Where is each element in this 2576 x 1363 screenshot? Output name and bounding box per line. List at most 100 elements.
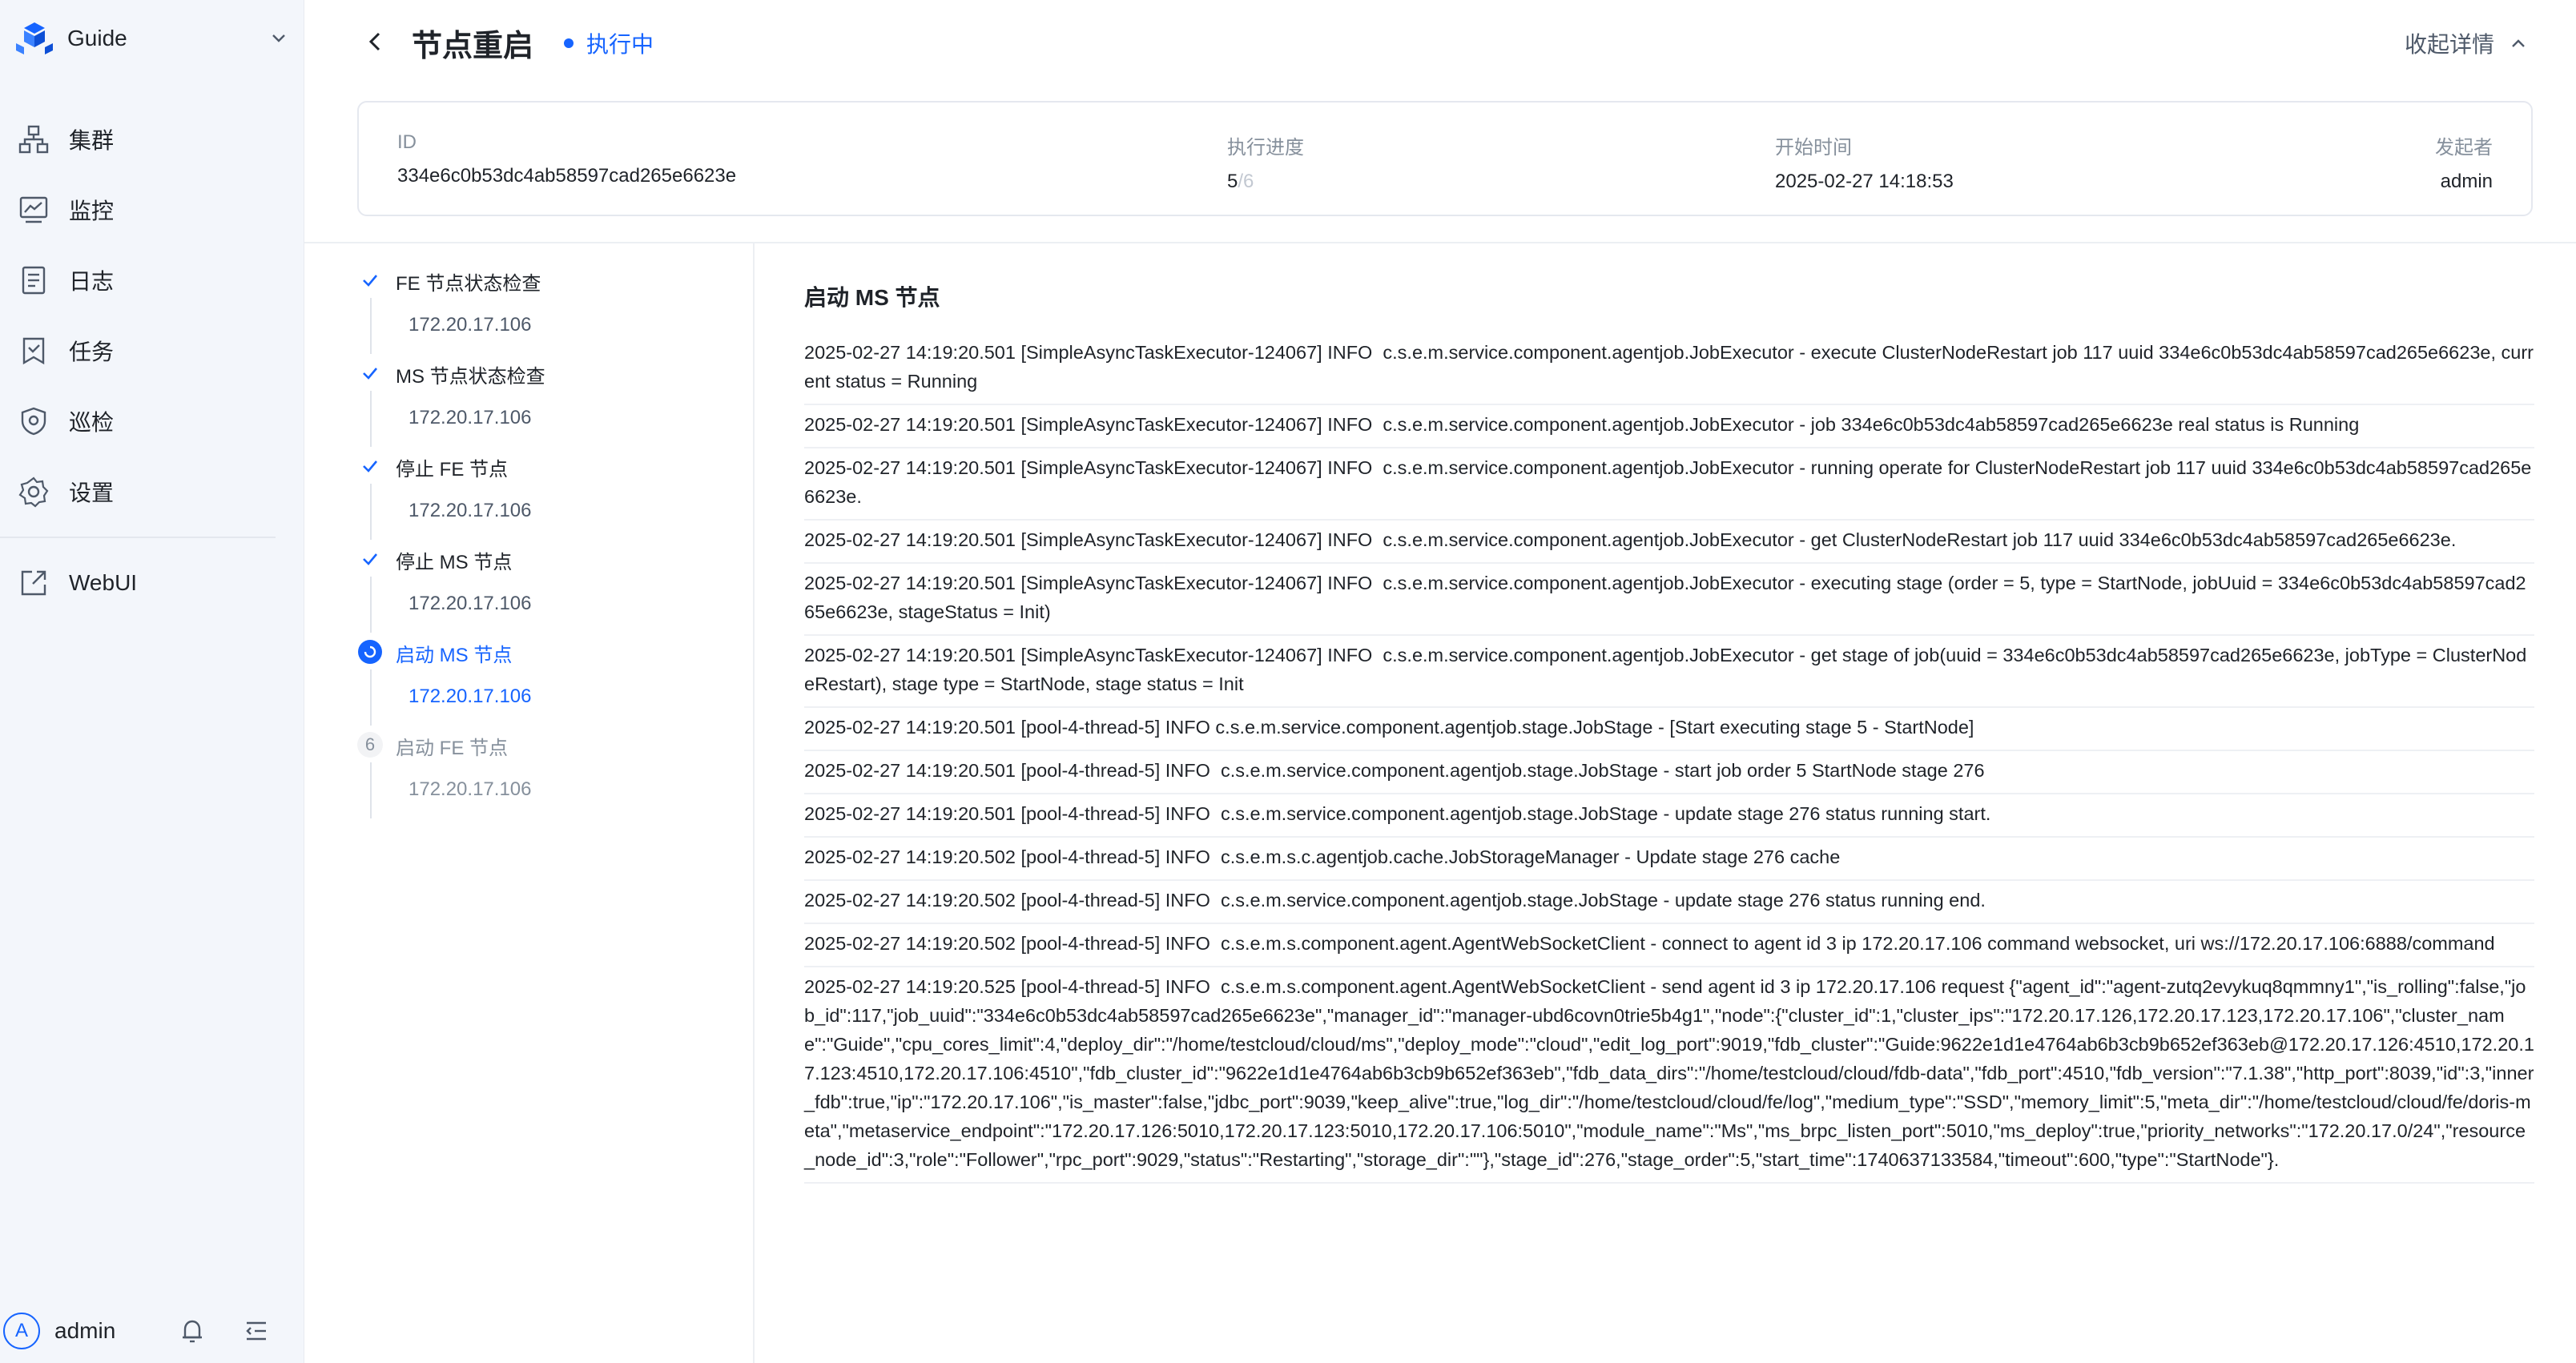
log-line: 2025-02-27 14:19:20.502 [pool-4-thread-5… — [804, 881, 2534, 924]
sidebar: Guide 集群 监控 日志 任务 巡检 设置 WebUI A admin — [0, 0, 304, 1363]
step-item[interactable]: 停止 MS 节点 172.20.17.106 — [356, 543, 740, 636]
sidebar-item-webui[interactable]: WebUI — [0, 548, 304, 618]
step-connector — [370, 669, 372, 726]
step-number-badge: 6 — [357, 732, 383, 758]
page-header: 节点重启 执行中 收起详情 — [304, 0, 2576, 83]
info-initiator-value: admin — [2440, 171, 2493, 192]
info-start-label: 开始时间 — [1775, 137, 1852, 159]
log-line: 2025-02-27 14:19:20.501 [SimpleAsyncTask… — [804, 333, 2534, 405]
info-progress-label: 执行进度 — [1227, 137, 1304, 159]
sidebar-item-label: 监控 — [69, 199, 115, 223]
step-list: FE 节点状态检查 172.20.17.106 MS 节点状态检查 172.20… — [356, 264, 740, 822]
sidebar-item-monitor[interactable]: 监控 — [0, 175, 304, 245]
progress-done: 5 — [1227, 171, 1238, 192]
sidebar-item-log[interactable]: 日志 — [0, 245, 304, 316]
avatar[interactable]: A — [3, 1313, 40, 1349]
step-ip[interactable]: 172.20.17.106 — [409, 500, 531, 522]
bell-icon[interactable] — [178, 1317, 207, 1345]
info-initiator: 发起者 admin — [2435, 131, 2493, 193]
step-name: 停止 FE 节点 — [396, 459, 509, 480]
user-name[interactable]: admin — [54, 1318, 115, 1344]
collapse-sidebar-icon[interactable] — [242, 1317, 271, 1345]
sidebar-item-label: 设置 — [69, 480, 115, 505]
step-name: 启动 FE 节点 — [396, 738, 509, 759]
sidebar-divider — [0, 537, 276, 538]
sidebar-item-inspection[interactable]: 巡检 — [0, 386, 304, 456]
log-line: 2025-02-27 14:19:20.501 [SimpleAsyncTask… — [804, 521, 2534, 564]
sidebar-item-settings[interactable]: 设置 — [0, 456, 304, 527]
log-line: 2025-02-27 14:19:20.501 [SimpleAsyncTask… — [804, 564, 2534, 636]
loading-icon — [358, 640, 382, 664]
sidebar-nav: 集群 监控 日志 任务 巡检 设置 — [0, 104, 304, 527]
collapse-details-label: 收起详情 — [2404, 32, 2494, 57]
column-divider — [753, 243, 755, 1363]
step-item[interactable]: MS 节点状态检查 172.20.17.106 — [356, 357, 740, 450]
check-icon — [363, 275, 377, 287]
log-line: 2025-02-27 14:19:20.501 [SimpleAsyncTask… — [804, 636, 2534, 708]
settings-icon — [18, 476, 49, 508]
step-connector — [370, 298, 372, 354]
step-item-active[interactable]: 启动 MS 节点 172.20.17.106 — [356, 636, 740, 729]
status-dot — [564, 38, 574, 48]
cluster-icon — [18, 125, 49, 154]
step-item[interactable]: FE 节点状态检查 172.20.17.106 — [356, 264, 740, 357]
log-icon — [22, 266, 46, 295]
chevron-down-icon[interactable] — [268, 27, 290, 50]
sidebar-item-label: 巡检 — [69, 410, 115, 435]
info-start-time: 开始时间 2025-02-27 14:18:53 — [1775, 131, 1954, 193]
task-icon — [22, 337, 45, 365]
sidebar-item-label: WebUI — [69, 570, 138, 595]
info-id: ID 334e6c0b53dc4ab58597cad265e6623e — [397, 131, 736, 187]
step-connector — [370, 391, 372, 447]
log-line: 2025-02-27 14:19:20.501 [pool-4-thread-5… — [804, 751, 2534, 794]
info-progress: 执行进度 5/6 — [1227, 131, 1304, 193]
check-icon — [363, 553, 377, 565]
task-info-card: ID 334e6c0b53dc4ab58597cad265e6623e 执行进度… — [357, 101, 2533, 216]
sidebar-item-cluster[interactable]: 集群 — [0, 104, 304, 175]
step-ip[interactable]: 172.20.17.106 — [409, 407, 531, 429]
brand-logo-icon — [16, 22, 53, 54]
check-icon — [363, 368, 377, 380]
sidebar-webui: WebUI — [0, 548, 304, 618]
inspection-icon — [21, 407, 46, 436]
step-name: FE 节点状态检查 — [396, 273, 541, 295]
sidebar-footer: A admin — [0, 1299, 304, 1363]
info-start-value: 2025-02-27 14:18:53 — [1775, 171, 1954, 192]
chevron-up-icon — [2512, 39, 2525, 47]
info-id-value: 334e6c0b53dc4ab58597cad265e6623e — [397, 165, 737, 187]
log-line: 2025-02-27 14:19:20.501 [pool-4-thread-5… — [804, 708, 2534, 751]
cluster-switcher[interactable]: Guide — [14, 21, 290, 56]
progress-total: 6 — [1243, 171, 1254, 192]
step-ip[interactable]: 172.20.17.106 — [409, 593, 531, 615]
step-connector — [370, 762, 372, 818]
status-badge: 执行中 — [564, 27, 654, 59]
step-name: MS 节点状态检查 — [396, 366, 545, 388]
step-item-pending[interactable]: 6 启动 FE 节点 172.20.17.106 — [356, 729, 740, 822]
back-arrow-icon[interactable] — [360, 27, 389, 56]
section-divider — [304, 242, 2576, 243]
page-title: 节点重启 — [412, 30, 534, 63]
log-line: 2025-02-27 14:19:20.501 [SimpleAsyncTask… — [804, 405, 2534, 448]
sidebar-item-task[interactable]: 任务 — [0, 316, 304, 386]
step-ip[interactable]: 172.20.17.106 — [409, 686, 531, 708]
sidebar-item-label: 任务 — [69, 340, 115, 364]
log-line: 2025-02-27 14:19:20.501 [SimpleAsyncTask… — [804, 448, 2534, 521]
step-ip[interactable]: 172.20.17.106 — [409, 778, 531, 801]
check-icon — [363, 460, 377, 472]
external-link-icon — [21, 570, 46, 596]
step-item[interactable]: 停止 FE 节点 172.20.17.106 — [356, 450, 740, 543]
log-line: 2025-02-27 14:19:20.501 [pool-4-thread-5… — [804, 794, 2534, 838]
status-text: 执行中 — [586, 32, 654, 57]
monitor-icon — [19, 196, 48, 223]
log-title: 启动 MS 节点 — [804, 285, 940, 310]
step-name: 停止 MS 节点 — [396, 552, 513, 573]
info-id-label: ID — [397, 131, 417, 153]
step-ip[interactable]: 172.20.17.106 — [409, 314, 531, 336]
step-connector — [370, 484, 372, 540]
sidebar-item-label: 集群 — [69, 128, 115, 153]
log-panel: 启动 MS 节点 2025-02-27 14:19:20.501 [Simple… — [804, 280, 2534, 1184]
collapse-details-button[interactable]: 收起详情 — [2405, 27, 2530, 59]
sidebar-item-label: 日志 — [69, 269, 115, 294]
step-name: 启动 MS 节点 — [396, 645, 513, 666]
step-connector — [370, 577, 372, 633]
